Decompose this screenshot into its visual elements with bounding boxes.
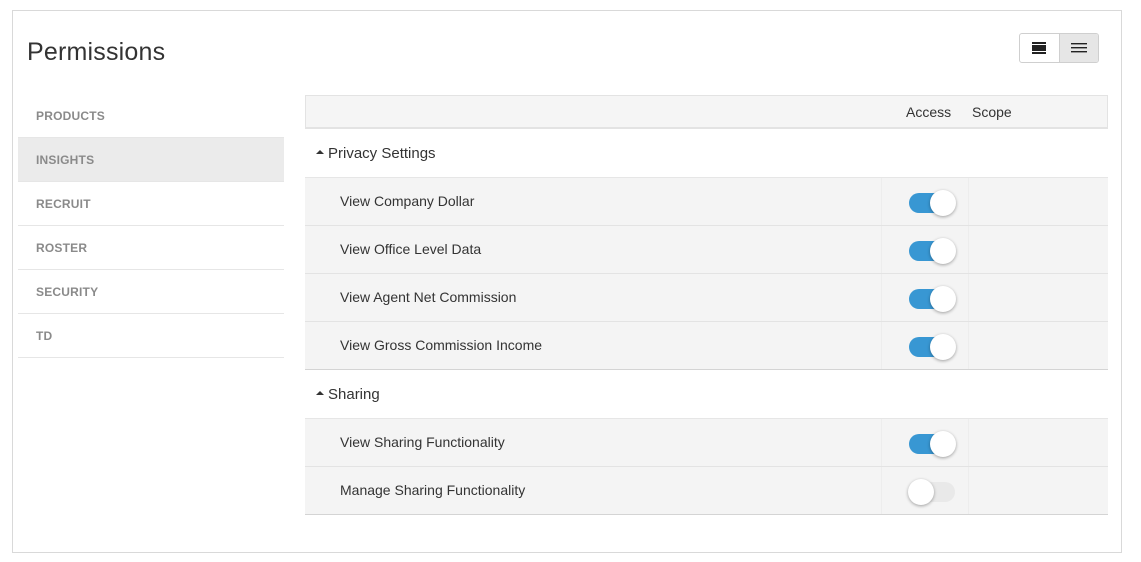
list-view-button[interactable]	[1058, 34, 1098, 62]
permission-label: View Office Level Data	[340, 241, 482, 257]
column-header-scope: Scope	[972, 104, 1012, 120]
toggle-knob	[930, 334, 956, 360]
caret-up-icon	[316, 391, 324, 395]
list-view-icon	[1070, 43, 1087, 53]
access-cell	[881, 419, 969, 466]
access-toggle[interactable]	[909, 334, 956, 360]
permission-label: View Agent Net Commission	[340, 289, 517, 305]
permission-label: View Company Dollar	[340, 193, 475, 209]
block-view-icon	[1032, 42, 1047, 54]
toggle-knob	[908, 479, 934, 505]
sidebar-item-label: INSIGHTS	[36, 152, 95, 167]
sidebar-item-recruit[interactable]: RECRUIT	[18, 182, 284, 226]
access-toggle[interactable]	[909, 190, 956, 216]
permissions-table: Access Scope Privacy Settings View Compa…	[305, 95, 1108, 515]
permission-label: View Sharing Functionality	[340, 434, 505, 450]
access-cell	[881, 467, 969, 514]
toggle-knob	[930, 238, 956, 264]
group-title: Privacy Settings	[328, 144, 436, 162]
column-header-access: Access	[906, 104, 952, 120]
sidebar: PRODUCTS INSIGHTS RECRUIT ROSTER SECURIT…	[18, 94, 284, 358]
permission-row: Manage Sharing Functionality	[305, 467, 1108, 515]
permission-row: View Sharing Functionality	[305, 419, 1108, 467]
permission-label: Manage Sharing Functionality	[340, 482, 526, 498]
access-cell	[881, 322, 969, 369]
sidebar-item-td[interactable]: TD	[18, 314, 284, 358]
access-cell	[881, 178, 969, 225]
access-toggle[interactable]	[909, 431, 956, 457]
access-toggle[interactable]	[909, 286, 956, 312]
access-cell	[881, 226, 969, 273]
permission-label: View Gross Commission Income	[340, 337, 543, 353]
permission-row: View Agent Net Commission	[305, 274, 1108, 322]
sidebar-item-label: ROSTER	[36, 240, 88, 255]
permission-row: View Gross Commission Income	[305, 322, 1108, 370]
block-view-button[interactable]	[1020, 34, 1059, 62]
access-toggle[interactable]	[909, 238, 956, 264]
group-rows-sharing: View Sharing Functionality Manage Sharin…	[305, 419, 1108, 515]
page-title: Permissions	[27, 38, 166, 66]
toggle-knob	[930, 431, 956, 457]
sidebar-item-label: TD	[36, 328, 53, 343]
sidebar-item-label: SECURITY	[36, 284, 99, 299]
sidebar-item-label: RECRUIT	[36, 196, 91, 211]
sidebar-item-roster[interactable]: ROSTER	[18, 226, 284, 270]
permission-row: View Company Dollar	[305, 178, 1108, 226]
sidebar-item-security[interactable]: SECURITY	[18, 270, 284, 314]
toggle-knob	[930, 286, 956, 312]
permissions-panel: Permissions PRODUCTS INSIGHTS RECRUIT RO…	[12, 10, 1122, 553]
access-cell	[881, 274, 969, 321]
sidebar-item-label: PRODUCTS	[36, 108, 105, 123]
caret-up-icon	[316, 150, 324, 154]
group-rows-privacy-settings: View Company Dollar View Office Level Da…	[305, 178, 1108, 370]
table-header: Access Scope	[305, 95, 1108, 129]
toggle-knob	[930, 190, 956, 216]
group-title: Sharing	[328, 385, 380, 403]
permission-row: View Office Level Data	[305, 226, 1108, 274]
view-toggle	[1019, 33, 1099, 63]
sidebar-item-products[interactable]: PRODUCTS	[18, 94, 284, 138]
group-header-sharing[interactable]: Sharing	[305, 370, 1108, 419]
access-toggle[interactable]	[908, 479, 955, 505]
sidebar-item-insights[interactable]: INSIGHTS	[18, 138, 284, 182]
group-header-privacy-settings[interactable]: Privacy Settings	[305, 129, 1108, 178]
